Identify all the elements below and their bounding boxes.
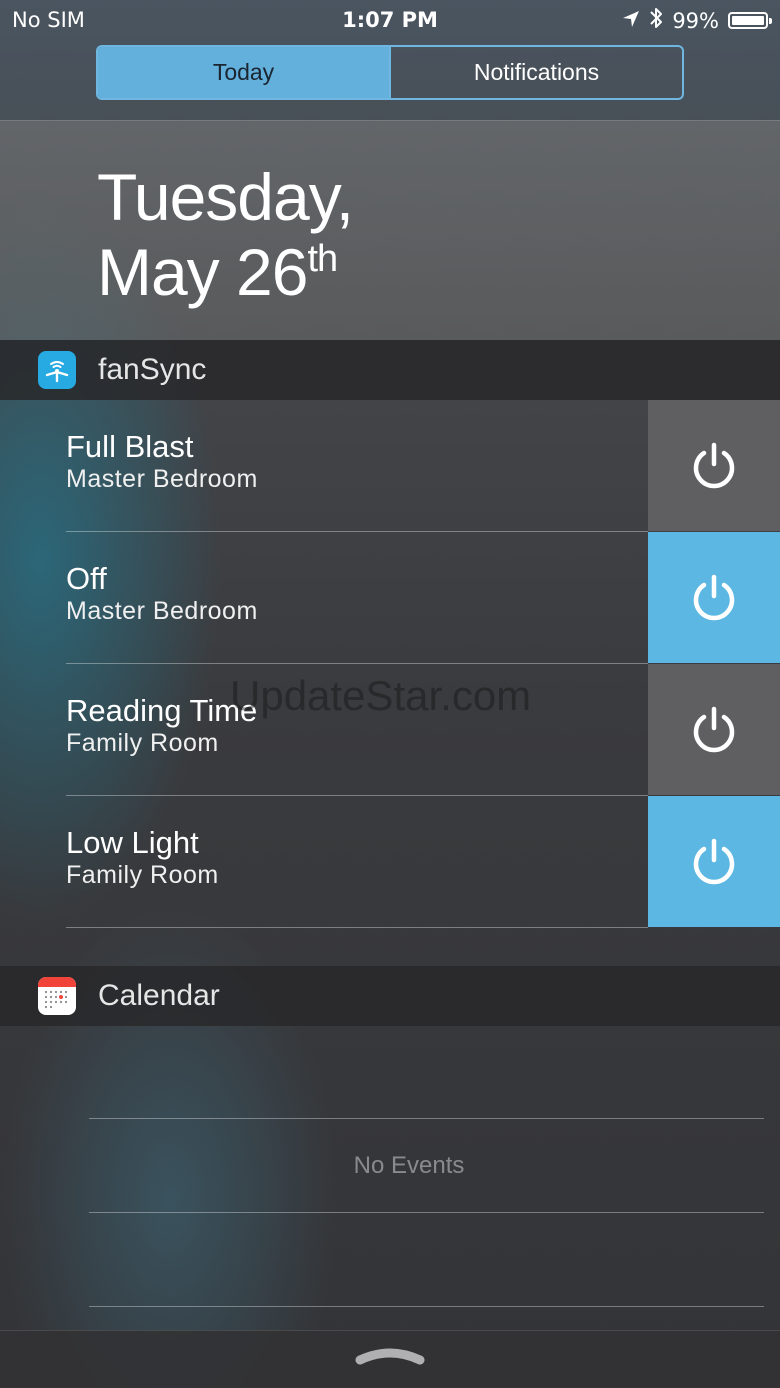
- power-icon: [693, 442, 735, 488]
- scene-room: Family Room: [66, 729, 219, 757]
- watermark-text: UpdateStar.com: [230, 672, 532, 719]
- scene-title: Low Light: [66, 825, 199, 860]
- calendar-icon-band: [38, 977, 76, 987]
- location-arrow-icon: [622, 9, 640, 33]
- power-icon: [693, 706, 735, 752]
- calendar-widget-title: Calendar: [98, 979, 220, 1012]
- date-ordinal-suffix: th: [307, 238, 338, 280]
- fansync-widget-header[interactable]: fanSync: [0, 340, 780, 400]
- scene-room: Master Bedroom: [66, 597, 258, 625]
- battery-percent: 99%: [672, 8, 719, 33]
- scene-title: Off: [66, 561, 107, 596]
- calendar-divider: [89, 1306, 764, 1307]
- scene-row-text: Off Master Bedroom: [66, 562, 258, 626]
- row-divider: [66, 927, 648, 928]
- power-toggle-button[interactable]: [648, 796, 780, 927]
- date-weekday: Tuesday,: [97, 160, 354, 234]
- scene-row-text: Full Blast Master Bedroom: [66, 430, 258, 494]
- no-events-label: No Events: [353, 1152, 465, 1179]
- scene-row-full-blast[interactable]: Full Blast Master Bedroom: [0, 400, 780, 532]
- grabber-handle-icon[interactable]: [354, 1344, 426, 1368]
- scene-row-low-light[interactable]: Low Light Family Room: [0, 796, 780, 928]
- calendar-events-area: No Events: [0, 1026, 780, 1330]
- date-summary: Tuesday, May 26th: [0, 121, 780, 340]
- calendar-widget-header[interactable]: Calendar: [0, 966, 780, 1026]
- scene-row-off[interactable]: Off Master Bedroom: [0, 532, 780, 664]
- scene-room: Family Room: [66, 861, 219, 889]
- fansync-widget-title: fanSync: [98, 353, 207, 386]
- battery-icon: [728, 12, 772, 29]
- power-icon: [693, 574, 735, 620]
- battery-nub: [769, 18, 772, 24]
- scene-room: Master Bedroom: [66, 465, 258, 493]
- power-toggle-button[interactable]: [648, 664, 780, 795]
- power-toggle-button[interactable]: [648, 400, 780, 531]
- tab-today[interactable]: Today: [98, 47, 389, 98]
- scene-row-text: Reading Time Family Room: [66, 694, 257, 758]
- bluetooth-icon: [649, 6, 663, 35]
- power-icon: [693, 838, 735, 884]
- date-month-day-text: May 26: [97, 235, 308, 309]
- calendar-divider: [89, 1212, 764, 1213]
- calendar-divider: [89, 1118, 764, 1119]
- power-toggle-button[interactable]: [648, 532, 780, 663]
- fansync-app-icon: [38, 351, 76, 389]
- today-notifications-segmented-control: Today Notifications: [96, 45, 684, 100]
- calendar-app-icon: [38, 977, 76, 1015]
- battery-fill: [732, 16, 764, 25]
- scene-row-text: Low Light Family Room: [66, 826, 219, 890]
- scene-title: Reading Time: [66, 693, 258, 728]
- scene-title: Full Blast: [66, 429, 194, 464]
- status-bar: No SIM 1:07 PM 99%: [0, 0, 780, 40]
- status-right: 99%: [622, 6, 772, 35]
- date-month-day: May 26th: [97, 234, 338, 310]
- tab-notifications[interactable]: Notifications: [389, 47, 682, 98]
- calendar-grid-icon: [44, 990, 68, 1009]
